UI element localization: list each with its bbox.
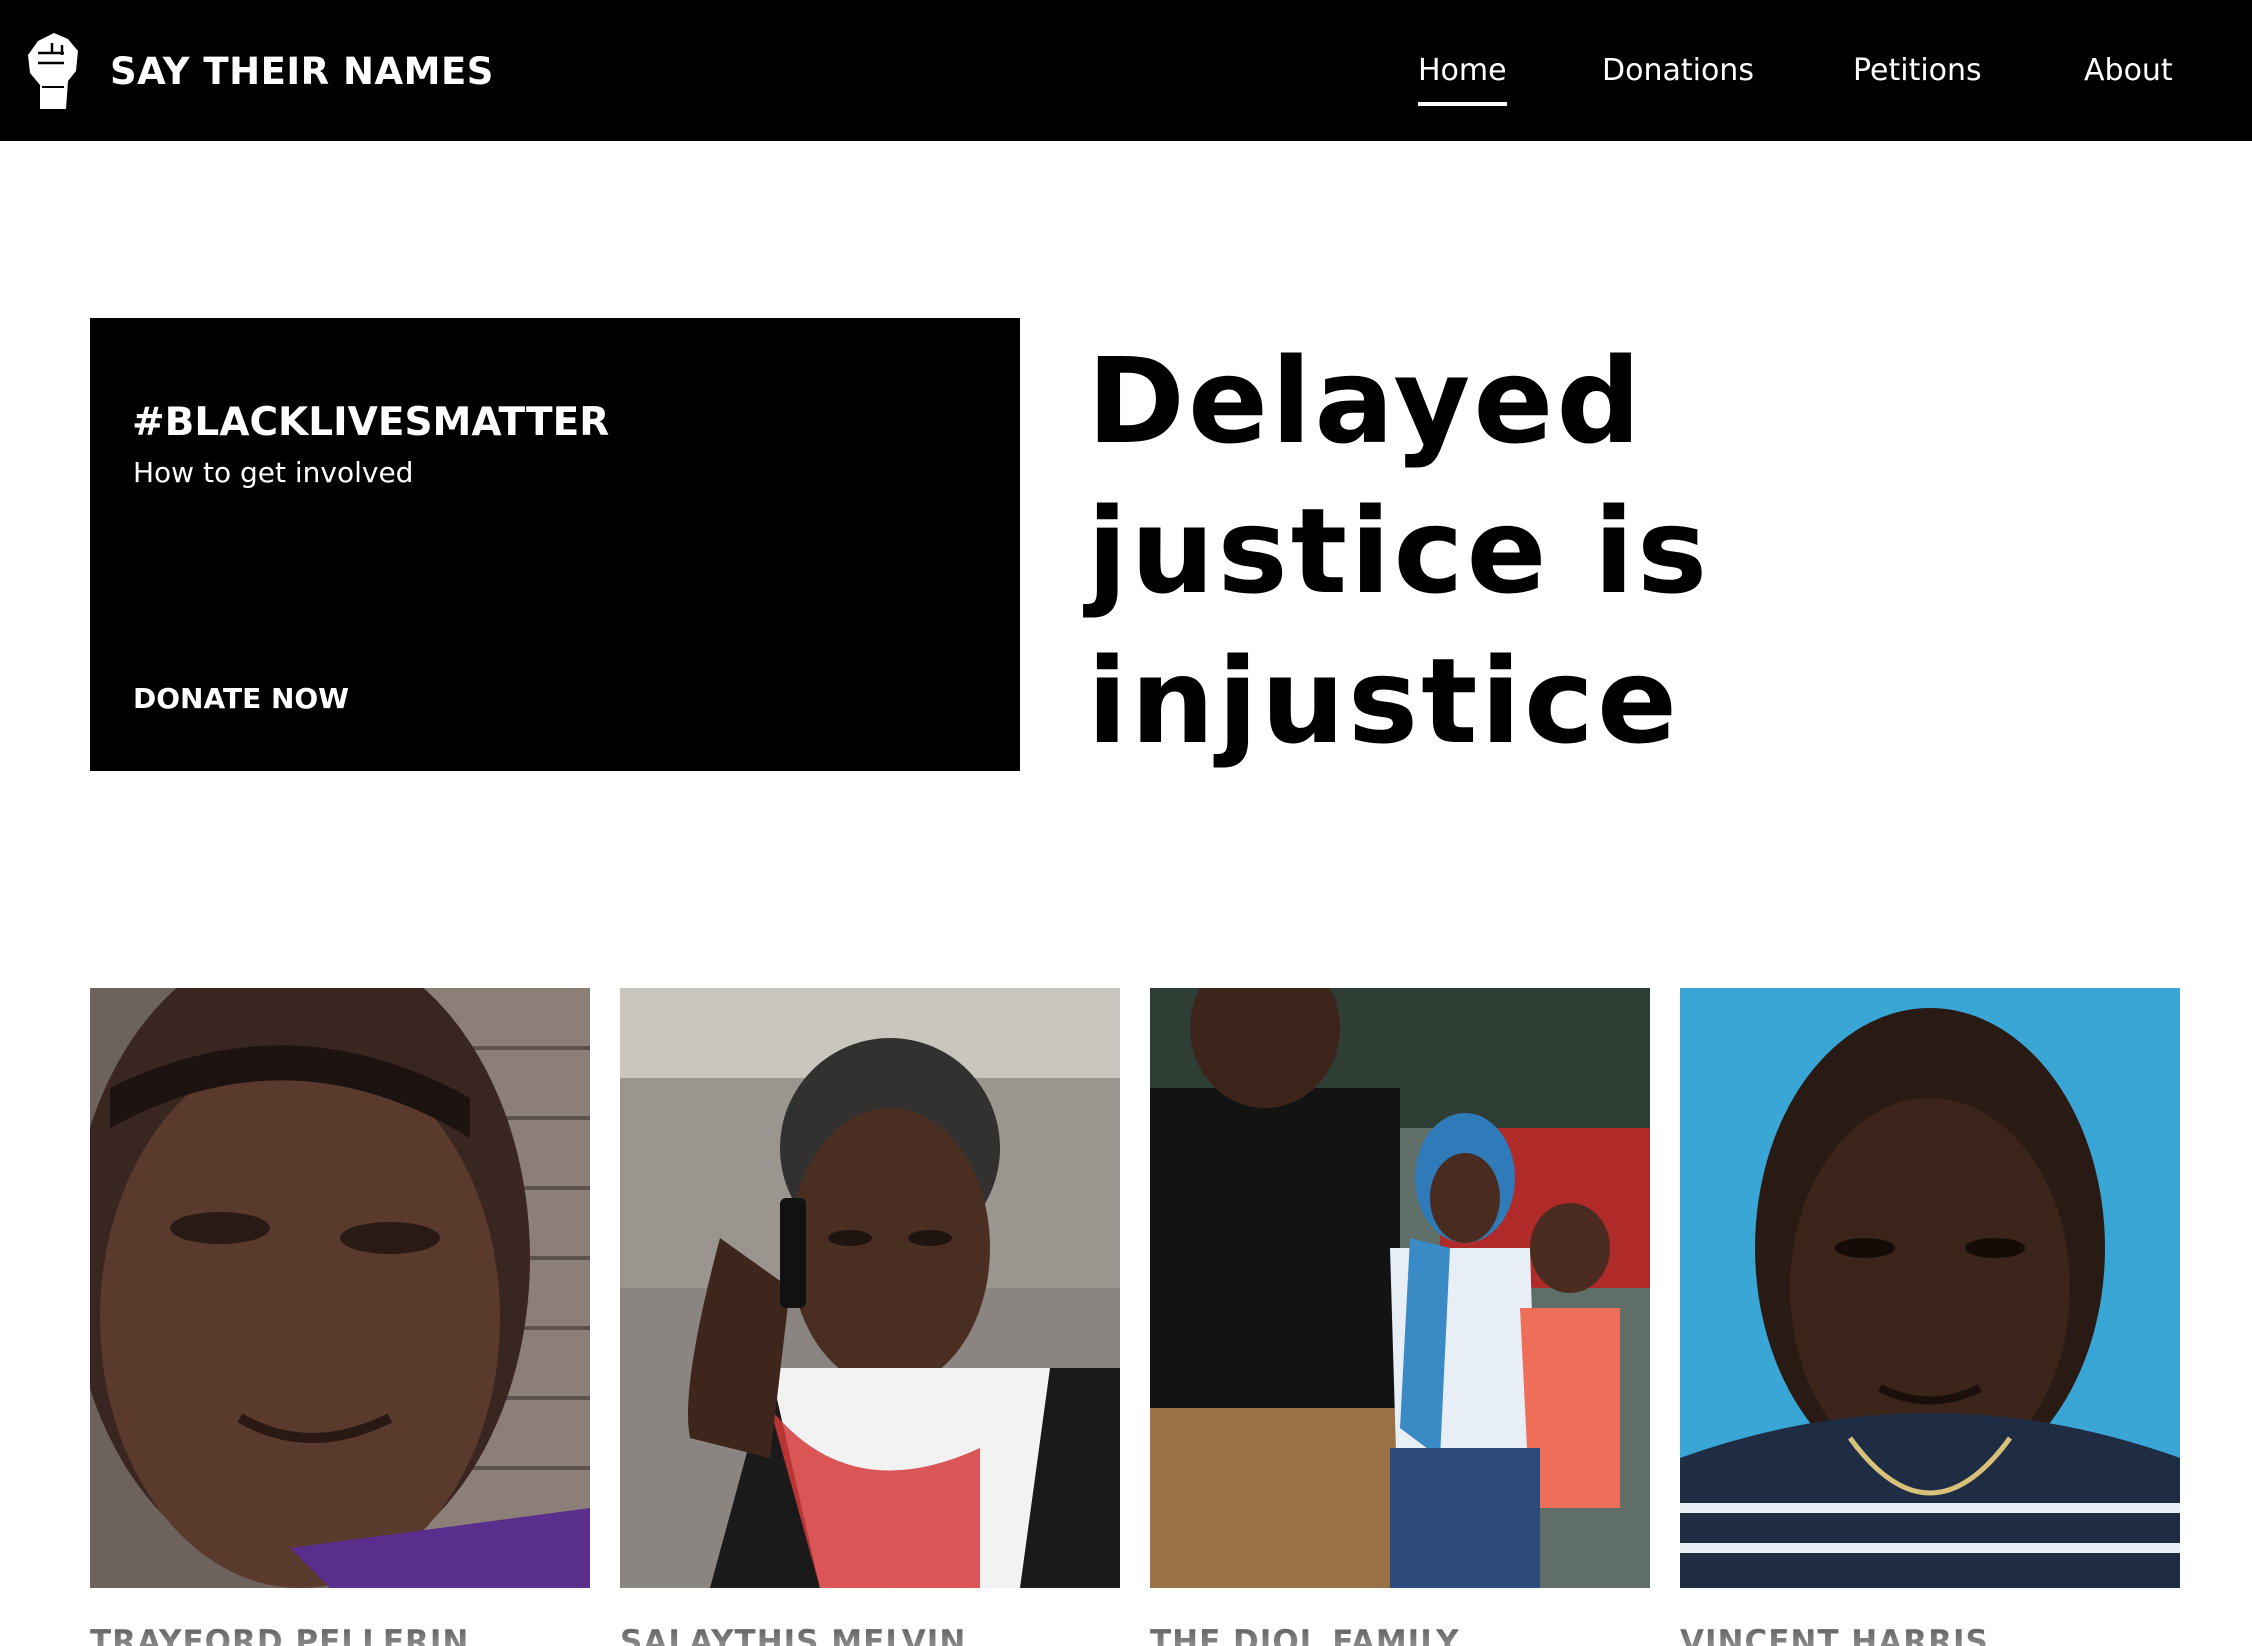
person-name[interactable]: VINCENT HARRIS [1680,1622,2180,1646]
headline-line: Delayed [1087,332,1644,470]
donate-now-link[interactable]: DONATE NOW [133,682,349,715]
promo-subtitle: How to get involved [133,456,414,489]
person-name[interactable]: SALAYTHIS MELVIN [620,1622,1120,1646]
person-name[interactable]: TRAYFORD PELLERIN [90,1622,590,1646]
person-card[interactable]: THE DIOL FAMILY [1150,988,1650,1646]
person-card[interactable]: TRAYFORD PELLERIN [90,988,590,1646]
person-card[interactable]: SALAYTHIS MELVIN [620,988,1120,1646]
blm-promo-card[interactable]: #BLACKLIVESMATTER How to get involved DO… [90,318,1020,771]
person-photo[interactable] [1680,988,2180,1588]
nav-donations[interactable]: Donations [1602,50,1754,92]
headline-line: justice is [1087,482,1711,620]
person-photo[interactable] [620,988,1120,1588]
top-navigation-bar: SAY THEIR NAMES Home Donations Petitions… [0,0,2252,141]
nav-home[interactable]: Home [1418,50,1507,106]
headline-line: injustice [1087,632,1680,770]
nav-petitions[interactable]: Petitions [1853,50,1982,92]
person-name[interactable]: THE DIOL FAMILY [1150,1622,1650,1646]
person-photo[interactable] [90,988,590,1588]
headline: Delayed justice is injustice [1087,326,1727,776]
brand[interactable]: SAY THEIR NAMES [24,28,494,114]
person-photo[interactable] [1150,988,1650,1588]
nav-about[interactable]: About [2084,50,2173,92]
promo-title: #BLACKLIVESMATTER [132,400,610,445]
person-card[interactable]: VINCENT HARRIS [1680,988,2180,1646]
raised-fist-icon [28,33,78,109]
brand-name: SAY THEIR NAMES [110,49,494,93]
